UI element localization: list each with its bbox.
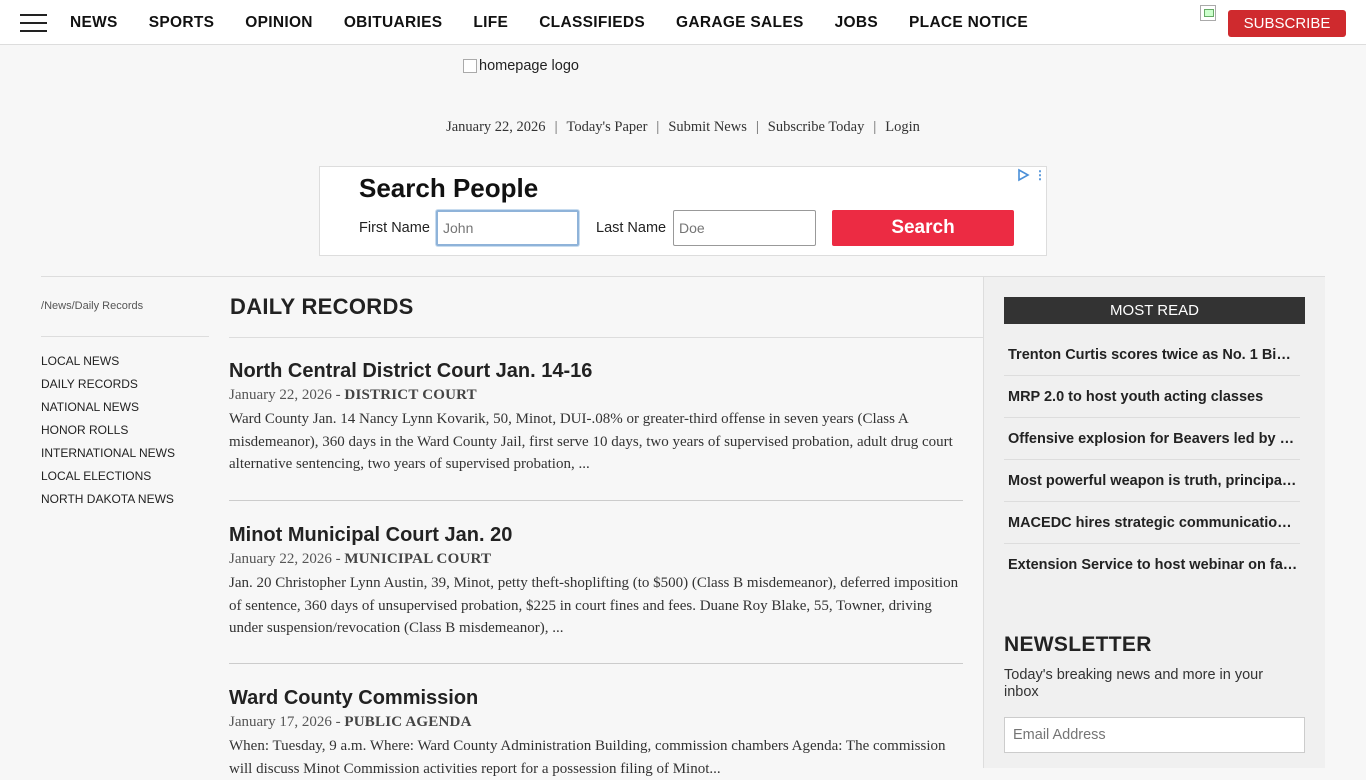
nav-classifieds[interactable]: CLASSIFIEDS <box>539 14 645 32</box>
nav-jobs[interactable]: JOBS <box>835 14 878 32</box>
most-read-title: Extension Service to host webinar on far… <box>1008 557 1298 573</box>
most-read-item[interactable]: MRP 2.0 to host youth acting classes <box>1004 376 1300 418</box>
subscribe-today-link[interactable]: Subscribe Today <box>768 119 865 135</box>
article-item: Minot Municipal Court Jan. 20 January 22… <box>229 523 963 640</box>
subscribe-button[interactable]: SUBSCRIBE <box>1228 10 1346 37</box>
article-meta: January 22, 2026 - DISTRICT COURT <box>229 387 477 403</box>
section-honor-rolls[interactable]: HONOR ROLLS <box>41 423 175 446</box>
ad-options-icon[interactable]: ⋮ <box>1034 168 1046 182</box>
newsletter-description: Today's breaking news and more in your i… <box>1004 667 1264 700</box>
article-title[interactable]: Ward County Commission <box>229 686 963 710</box>
most-read-heading: MOST READ <box>1004 297 1305 324</box>
first-name-label: First Name <box>359 220 430 236</box>
most-read-title: Most powerful weapon is truth, principal… <box>1008 472 1298 489</box>
newsletter-email-input[interactable] <box>1004 717 1305 753</box>
most-read-title: MRP 2.0 to host youth acting classes <box>1008 388 1264 405</box>
last-name-label: Last Name <box>596 220 667 236</box>
article-meta: January 22, 2026 - MUNICIPAL COURT <box>229 551 492 567</box>
page-title: DAILY RECORDS <box>230 294 414 319</box>
section-national-news[interactable]: NATIONAL NEWS <box>41 400 175 423</box>
nav-obituaries[interactable]: OBITUARIES <box>344 14 443 32</box>
broken-image-icon[interactable] <box>1200 5 1216 21</box>
divider <box>41 336 209 337</box>
section-local-elections[interactable]: LOCAL ELECTIONS <box>41 469 175 492</box>
nav-life[interactable]: LIFE <box>473 14 508 32</box>
nav-garage-sales[interactable]: GARAGE SALES <box>676 14 804 32</box>
divider <box>229 500 963 501</box>
login-link[interactable]: Login <box>885 119 920 135</box>
top-navigation-bar: NEWS SPORTS OPINION OBITUARIES LIFE CLAS… <box>0 0 1366 45</box>
adchoices-icon[interactable] <box>1016 168 1030 182</box>
todays-paper-link[interactable]: Today's Paper <box>566 119 647 135</box>
hamburger-menu-icon[interactable] <box>20 14 47 32</box>
nav-place-notice[interactable]: PLACE NOTICE <box>909 14 1028 32</box>
ad-search-button[interactable]: Search <box>832 210 1014 246</box>
section-local-news[interactable]: LOCAL NEWS <box>41 354 175 377</box>
article-category[interactable]: MUNICIPAL COURT <box>344 551 491 567</box>
most-read-list: Trenton Curtis scores twice as No. 1 Bis… <box>1004 334 1300 586</box>
breadcrumb: /News/Daily Records <box>41 300 144 312</box>
broken-image-icon <box>463 59 477 73</box>
article-excerpt: Ward County Jan. 14 Nancy Lynn Kovarik, … <box>229 411 953 472</box>
most-read-title: Offensive explosion for Beavers led by f… <box>1008 430 1298 447</box>
last-name-input[interactable] <box>673 210 816 246</box>
article-category[interactable]: DISTRICT COURT <box>344 387 476 403</box>
most-read-item[interactable]: Trenton Curtis scores twice as No. 1 Bis… <box>1004 334 1300 376</box>
logo-alt-text: homepage logo <box>479 58 579 74</box>
most-read-title: Trenton Curtis scores twice as No. 1 Bis… <box>1008 346 1298 363</box>
homepage-logo[interactable]: homepage logo <box>463 58 579 74</box>
section-north-dakota-news[interactable]: NORTH DAKOTA NEWS <box>41 492 175 515</box>
article-meta: January 17, 2026 - PUBLIC AGENDA <box>229 714 472 730</box>
section-daily-records[interactable]: DAILY RECORDS <box>41 377 175 400</box>
article-date: January 17, 2026 <box>229 714 332 730</box>
article-item: North Central District Court Jan. 14-16 … <box>229 359 963 476</box>
current-date: January 22, 2026 <box>446 119 546 135</box>
article-title[interactable]: North Central District Court Jan. 14-16 <box>229 359 963 383</box>
submit-news-link[interactable]: Submit News <box>668 119 747 135</box>
article-excerpt: When: Tuesday, 9 a.m. Where: Ward County… <box>229 738 946 777</box>
article-excerpt: Jan. 20 Christopher Lynn Austin, 39, Min… <box>229 575 959 636</box>
masthead-links: January 22, 2026 | Today's Paper | Submit Ne… <box>446 119 920 135</box>
article-title[interactable]: Minot Municipal Court Jan. 20 <box>229 523 963 547</box>
article-date: January 22, 2026 <box>229 551 332 567</box>
section-nav: LOCAL NEWS DAILY RECORDS NATIONAL NEWS H… <box>41 354 175 515</box>
breadcrumb-news[interactable]: News <box>44 300 72 312</box>
first-name-input[interactable] <box>436 210 579 246</box>
main-nav: NEWS SPORTS OPINION OBITUARIES LIFE CLAS… <box>70 0 1059 45</box>
search-people-ad: Search People First Name Last Name Searc… <box>319 166 1047 256</box>
nav-sports[interactable]: SPORTS <box>149 14 215 32</box>
ad-title: Search People <box>359 173 539 203</box>
newsletter-heading: NEWSLETTER <box>1004 633 1152 656</box>
article-item: Ward County Commission January 17, 2026 … <box>229 686 963 780</box>
section-international-news[interactable]: INTERNATIONAL NEWS <box>41 446 175 469</box>
most-read-item[interactable]: MACEDC hires strategic communications di… <box>1004 502 1300 544</box>
most-read-title: MACEDC hires strategic communications di… <box>1008 514 1298 531</box>
breadcrumb-current: Daily Records <box>74 300 144 312</box>
article-date: January 22, 2026 <box>229 387 332 403</box>
article-category[interactable]: PUBLIC AGENDA <box>344 714 471 730</box>
most-read-item[interactable]: Offensive explosion for Beavers led by f… <box>1004 418 1300 460</box>
divider <box>229 663 963 664</box>
most-read-item[interactable]: Extension Service to host webinar on far… <box>1004 544 1300 586</box>
nav-opinion[interactable]: OPINION <box>245 14 313 32</box>
most-read-item[interactable]: Most powerful weapon is truth, principal… <box>1004 460 1300 502</box>
nav-news[interactable]: NEWS <box>70 14 118 32</box>
divider <box>229 337 983 338</box>
right-sidebar: MOST READ Trenton Curtis scores twice as… <box>984 277 1325 768</box>
